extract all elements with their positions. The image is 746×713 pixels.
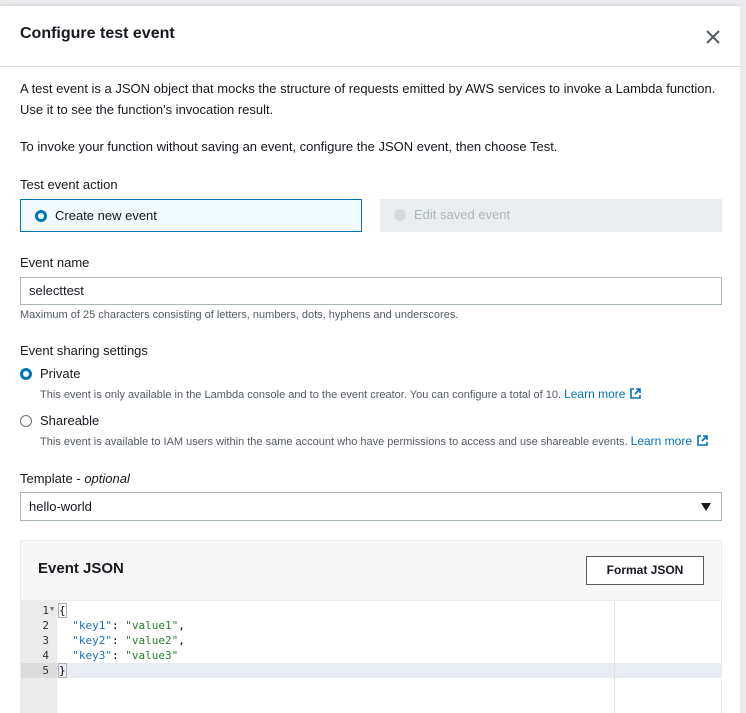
event-json-title: Event JSON bbox=[38, 560, 124, 577]
template-label-text: Template bbox=[20, 471, 73, 486]
caret-down-icon bbox=[701, 503, 711, 511]
external-link-icon bbox=[697, 435, 708, 446]
external-link-icon bbox=[630, 388, 642, 399]
page-scroll-edge bbox=[740, 0, 746, 713]
close-button[interactable] bbox=[700, 24, 726, 50]
json-end: , bbox=[178, 634, 185, 647]
configure-test-event-modal: Configure test event A test event is a J… bbox=[0, 6, 740, 713]
json-key: "key2" bbox=[72, 634, 112, 647]
json-key: "key3" bbox=[72, 649, 112, 662]
edit-saved-event-radio bbox=[394, 209, 406, 221]
event-json-panel: Event JSON Format JSON 1 ▼ 2 3 4 5 { "ke… bbox=[20, 540, 722, 713]
intro-line-2: Use it to see the function's invocation … bbox=[20, 102, 274, 117]
test-event-action-label: Test event action bbox=[20, 177, 118, 192]
format-json-button[interactable]: Format JSON bbox=[586, 556, 704, 585]
json-sep: : bbox=[112, 619, 126, 632]
shareable-description: This event is available to IAM users wit… bbox=[40, 434, 709, 448]
event-name-hint: Maximum of 25 characters consisting of l… bbox=[20, 309, 459, 321]
json-value: "value3" bbox=[125, 649, 179, 662]
json-sep: : bbox=[112, 649, 126, 662]
template-optional-text: optional bbox=[84, 471, 130, 486]
line-number: 3 bbox=[42, 634, 49, 647]
template-select-value: hello-world bbox=[29, 499, 92, 514]
line-number: 1 bbox=[42, 604, 49, 617]
editor-print-margin bbox=[614, 601, 615, 713]
event-sharing-label: Event sharing settings bbox=[20, 343, 148, 358]
private-learn-more-text: Learn more bbox=[564, 387, 626, 401]
event-name-input[interactable]: selecttest bbox=[20, 277, 722, 305]
close-icon bbox=[706, 30, 720, 44]
shareable-description-text: This event is available to IAM users wit… bbox=[40, 436, 628, 448]
shareable-label: Shareable bbox=[40, 413, 100, 428]
modal-title: Configure test event bbox=[20, 25, 175, 42]
private-description-text: This event is only available in the Lamb… bbox=[40, 389, 562, 401]
create-new-event-tile[interactable]: Create new event bbox=[20, 199, 362, 232]
edit-saved-event-tile: Edit saved event bbox=[380, 199, 722, 232]
template-select[interactable]: hello-world bbox=[20, 492, 722, 521]
create-new-event-label: Create new event bbox=[55, 208, 157, 223]
editor-active-line bbox=[57, 663, 721, 678]
private-learn-more-link[interactable]: Learn more bbox=[564, 387, 642, 401]
json-value: "value1" bbox=[125, 619, 179, 632]
code-line: { bbox=[58, 603, 67, 618]
private-radio[interactable] bbox=[20, 368, 32, 380]
private-label: Private bbox=[40, 366, 81, 381]
intro-line-1: A test event is a JSON object that mocks… bbox=[20, 81, 716, 96]
private-description: This event is only available in the Lamb… bbox=[40, 387, 642, 401]
edit-saved-event-label: Edit saved event bbox=[414, 207, 511, 222]
line-numbers: 1 ▼ 2 3 4 5 bbox=[21, 601, 57, 713]
code-line: "key3": "value3" bbox=[59, 648, 178, 663]
shareable-learn-more-text: Learn more bbox=[630, 434, 693, 448]
close-brace: } bbox=[58, 663, 67, 678]
create-new-event-radio[interactable] bbox=[35, 210, 47, 222]
code-line: "key2": "value2", bbox=[59, 633, 185, 648]
event-name-label: Event name bbox=[20, 255, 90, 270]
line-number: 4 bbox=[42, 649, 49, 662]
code-line: } bbox=[58, 663, 67, 678]
line-number: 5 bbox=[42, 664, 49, 677]
code-line: "key1": "value1", bbox=[59, 618, 185, 633]
modal-header: Configure test event bbox=[0, 6, 740, 67]
json-value: "value2" bbox=[125, 634, 179, 647]
shareable-learn-more-link[interactable]: Learn more bbox=[631, 434, 709, 448]
template-label: Template - optional bbox=[20, 471, 130, 486]
json-key: "key1" bbox=[72, 619, 112, 632]
json-sep: : bbox=[112, 634, 126, 647]
fold-arrow-icon[interactable]: ▼ bbox=[50, 605, 54, 613]
line-number: 2 bbox=[42, 619, 49, 632]
json-end: , bbox=[178, 619, 185, 632]
shareable-radio[interactable] bbox=[20, 415, 32, 427]
intro-line-3: To invoke your function without saving a… bbox=[20, 139, 558, 154]
json-code-editor[interactable]: 1 ▼ 2 3 4 5 { "key1": "value1", "key2": … bbox=[21, 600, 721, 713]
open-brace: { bbox=[58, 603, 67, 618]
